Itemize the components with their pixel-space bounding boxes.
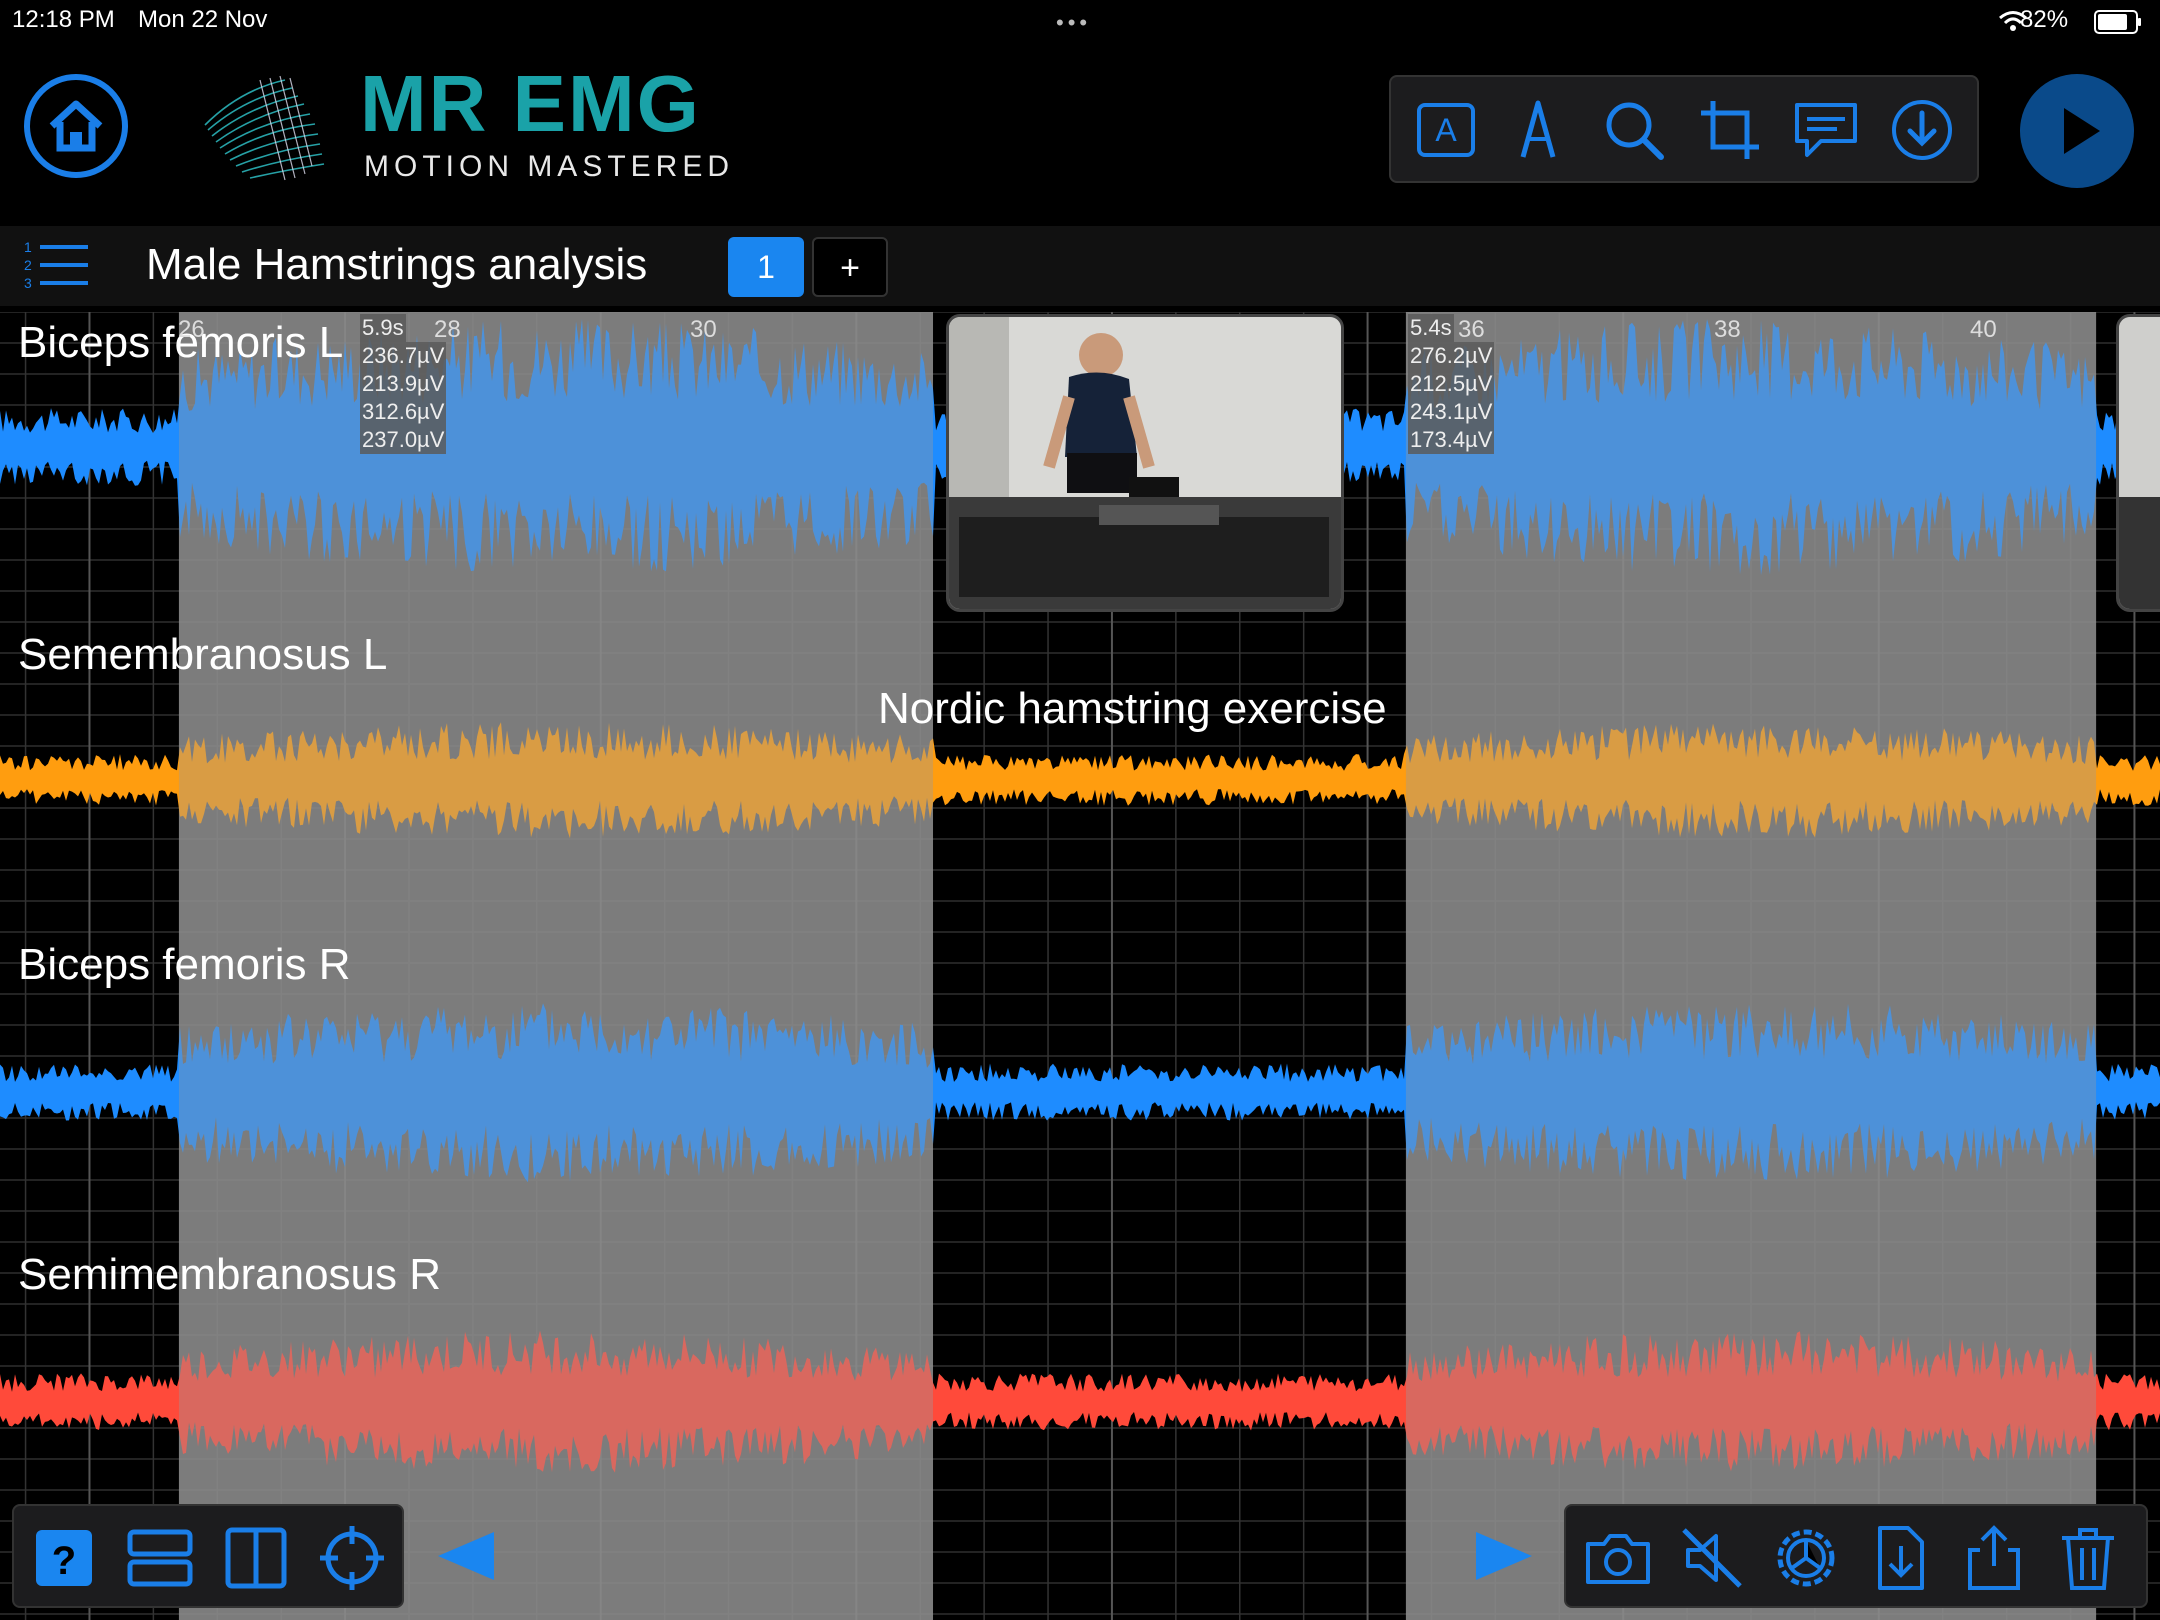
svg-text:3: 3 xyxy=(24,275,32,291)
status-time: 12:18 PM xyxy=(12,6,115,33)
battery-percent: 82% xyxy=(2020,6,2069,33)
selection-2-value-3: 243.1µV xyxy=(1408,398,1495,426)
scroll-right-icon[interactable] xyxy=(1468,1528,1538,1584)
trash-icon[interactable] xyxy=(2052,1522,2124,1594)
document-title[interactable]: Male Hamstrings analysis xyxy=(146,240,647,290)
selection-overlay-2 xyxy=(1405,312,2097,1620)
x-tick-26: 26 xyxy=(178,316,205,343)
selection-2-value-2: 212.5µV xyxy=(1408,370,1495,398)
selection-2-readout: 5.4s 276.2µV 212.5µV 243.1µV 173.4µV xyxy=(1408,314,1495,454)
home-button[interactable] xyxy=(24,74,128,178)
mute-icon[interactable] xyxy=(1676,1522,1748,1594)
settings-icon[interactable] xyxy=(1770,1522,1842,1594)
selection-2-value-4: 173.4µV xyxy=(1408,426,1495,454)
text-box-icon[interactable]: A xyxy=(1411,95,1481,165)
columns-icon[interactable] xyxy=(220,1522,292,1594)
status-bar: 12:18 PM Mon 22 Nov ••• 82% xyxy=(0,0,2160,44)
status-date: Mon 22 Nov xyxy=(138,6,268,33)
app-logo-subtitle: MOTION MASTERED xyxy=(364,150,735,183)
app-logo-title: MR EMG xyxy=(360,59,701,148)
crosshair-icon[interactable] xyxy=(316,1522,388,1594)
scroll-left-icon[interactable] xyxy=(432,1528,502,1584)
download-icon[interactable] xyxy=(1887,95,1957,165)
selection-1-value-3: 312.6µV xyxy=(360,398,447,426)
add-page-button[interactable]: + xyxy=(812,237,888,297)
logo-icon xyxy=(204,75,325,181)
selection-1-duration: 5.9s xyxy=(360,314,406,342)
channel-label-biceps-femoris-r: Biceps femoris R xyxy=(18,940,351,989)
video-thumbnail[interactable] xyxy=(946,314,1344,612)
home-icon xyxy=(49,100,103,152)
selection-1-readout: 5.9s 236.7µV 213.9µV 312.6µV 237.0µV xyxy=(360,314,447,454)
svg-text:A: A xyxy=(1435,112,1457,148)
action-toolbar xyxy=(1564,1504,2148,1608)
channel-label-semembranosus-l: Semembranosus L xyxy=(18,630,388,679)
selection-2-duration: 5.4s xyxy=(1408,314,1454,342)
channel-label-semimembranosus-r: Semimembranosus R xyxy=(18,1250,442,1299)
svg-text:1: 1 xyxy=(24,239,32,255)
multitask-dots[interactable]: ••• xyxy=(1056,10,1091,36)
selection-2-value-1: 276.2µV xyxy=(1408,342,1495,370)
crop-icon[interactable] xyxy=(1695,95,1765,165)
x-tick-38: 38 xyxy=(1714,316,1741,343)
video-frame-image-2 xyxy=(2119,317,2160,609)
numbered-list-icon[interactable]: 1 2 3 xyxy=(22,238,92,294)
annotation-label[interactable]: Nordic hamstring exercise xyxy=(878,684,1387,734)
comment-icon[interactable] xyxy=(1791,95,1861,165)
svg-text:2: 2 xyxy=(24,257,32,273)
annotation-toolbar: A xyxy=(1389,75,1979,183)
page-tab-1[interactable]: 1 xyxy=(728,237,804,297)
view-toolbar: ? xyxy=(12,1504,404,1608)
video-thumbnail-2[interactable] xyxy=(2116,314,2160,612)
help-icon[interactable]: ? xyxy=(28,1522,100,1594)
play-button[interactable] xyxy=(2020,74,2134,188)
pen-icon[interactable] xyxy=(1503,95,1573,165)
battery-icon xyxy=(2094,10,2141,34)
x-tick-30: 30 xyxy=(690,316,717,343)
svg-text:?: ? xyxy=(52,1539,76,1583)
rows-icon[interactable] xyxy=(124,1522,196,1594)
camera-icon[interactable] xyxy=(1582,1522,1654,1594)
search-icon[interactable] xyxy=(1599,95,1669,165)
selection-1-value-4: 237.0µV xyxy=(360,426,447,454)
import-file-icon[interactable] xyxy=(1864,1522,1936,1594)
x-tick-40: 40 xyxy=(1970,316,1997,343)
share-icon[interactable] xyxy=(1958,1522,2030,1594)
selection-1-value-1: 236.7µV xyxy=(360,342,447,370)
play-icon xyxy=(2064,108,2100,154)
selection-1-value-2: 213.9µV xyxy=(360,370,447,398)
video-frame-image xyxy=(949,317,1341,609)
